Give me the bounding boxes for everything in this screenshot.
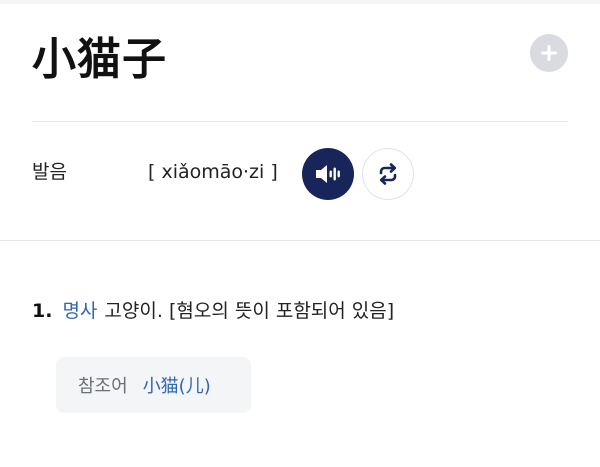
part-of-speech-link[interactable]: 명사 (62, 300, 97, 322)
sense-number: 1. (32, 300, 53, 322)
headword: 小猫子 (32, 34, 167, 85)
add-to-wordbook-button[interactable] (530, 34, 568, 72)
pronunciation-label: 발음 (32, 161, 67, 183)
reference-label: 참조어 (78, 376, 128, 397)
speaker-icon (316, 165, 340, 183)
top-strip (0, 0, 600, 4)
plus-icon (541, 45, 557, 61)
sense-definition: 고양이. [혐오의 뜻이 포함되어 있음] (104, 300, 395, 322)
play-audio-button[interactable] (302, 148, 354, 200)
repeat-icon (379, 163, 397, 185)
repeat-audio-button[interactable] (362, 148, 414, 200)
section-divider (0, 240, 600, 241)
sense-item: 1. 명사 고양이. [혐오의 뜻이 포함되어 있음] (32, 296, 394, 326)
pronunciation-text: [ xiǎomāo·zi ] (148, 161, 278, 183)
reference-box: 참조어 小猫(儿) (56, 357, 251, 413)
divider (32, 121, 568, 122)
reference-word-link[interactable]: 小猫(儿) (143, 372, 211, 398)
dictionary-entry-page: 小猫子 발음 [ xiǎomāo·zi ] 1. 명사 고양이. [혐오의 뜻이 포… (0, 0, 600, 467)
